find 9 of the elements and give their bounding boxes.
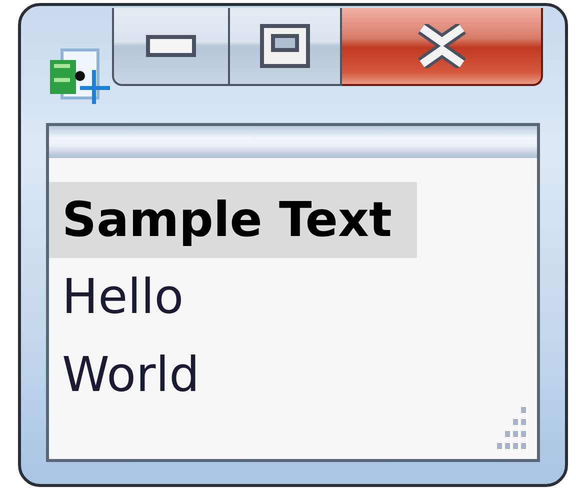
maximize-button[interactable]	[230, 8, 342, 86]
list-header[interactable]: Sample Text	[49, 182, 417, 258]
maximize-icon	[260, 24, 310, 68]
close-icon	[418, 24, 466, 68]
minimize-button[interactable]	[112, 8, 230, 86]
minimize-icon	[146, 35, 196, 57]
list-item[interactable]: World	[49, 336, 417, 414]
list-item[interactable]: Hello	[49, 258, 417, 336]
close-button[interactable]	[342, 8, 543, 86]
